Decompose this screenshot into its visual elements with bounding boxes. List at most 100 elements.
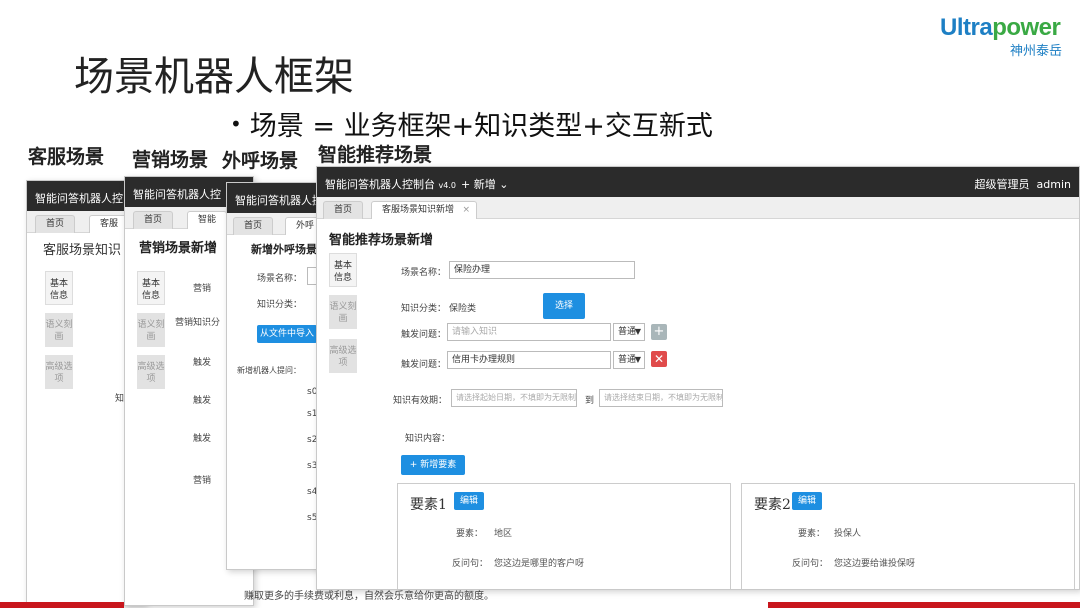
edit-button[interactable]: 编辑 — [792, 492, 822, 510]
element-question-label: 反问句： — [452, 559, 489, 569]
field-label: 触发 — [193, 358, 212, 368]
tab-home[interactable]: 首页 — [323, 201, 364, 219]
side-advanced[interactable]: 高级选项 — [329, 339, 357, 373]
bullet-text: 场景 = 业务框架+知识类型+交互新式 — [249, 111, 713, 142]
tab-label: 客服场景知识新增 — [382, 205, 455, 215]
bottom-note: 赚取更多的手续费或利息，自然会乐意给你更高的额度。 — [244, 591, 494, 602]
admin-role: 超级管理员 — [974, 178, 1030, 191]
element-key-value: 投保人 — [834, 529, 862, 539]
side-advanced[interactable]: 高级选项 — [137, 355, 165, 389]
side-basic-info[interactable]: 基本信息 — [45, 271, 73, 305]
trigger-label: 触发问题： — [401, 360, 447, 370]
bullet-dot-icon: • — [230, 112, 242, 136]
element-card-1: 要素1 编辑 要素： 地区 反问句： 您这边是哪里的客户呀 — [397, 483, 731, 589]
tab-home[interactable]: 首页 — [133, 211, 174, 229]
admin-user: admin — [1036, 178, 1071, 191]
start-date-input[interactable]: 请选择起始日期，不填即为无限制 — [451, 389, 577, 407]
tab-marketing[interactable]: 智能 — [187, 211, 228, 229]
new-menu[interactable]: + 新增 ⌄ — [461, 176, 508, 192]
app-title: 智能问答机器人控 — [133, 188, 221, 201]
element-key-value: 地区 — [494, 529, 513, 539]
snippet-label: 知 — [115, 394, 125, 404]
close-icon[interactable]: × — [462, 202, 470, 219]
element-key-label: 要素： — [798, 529, 826, 539]
side-semantic[interactable]: 语义刻画 — [329, 295, 357, 329]
element-question-label: 反问句： — [792, 559, 829, 569]
footer-bar-right — [768, 602, 1080, 608]
recommend-scene-window: 智能问答机器人控制台 v4.0 + 新增 ⌄ 超级管理员 admin 首页 客服… — [316, 166, 1080, 590]
tab-row: 首页 外呼 — [227, 213, 325, 235]
element-question-value: 您这边要给谁投保呀 — [834, 559, 916, 569]
tab-service-knowledge-new[interactable]: 客服场景知识新增 × — [371, 201, 478, 219]
trigger-question-input[interactable]: 请输入知识 — [447, 323, 611, 341]
scene-name-label: 场景名称： — [257, 274, 303, 284]
element-key-label: 要素： — [456, 529, 484, 539]
tab-home[interactable]: 首页 — [233, 217, 274, 235]
add-element-button[interactable]: + 新增要素 — [401, 455, 465, 475]
trigger-mode-select[interactable]: 普通 ▼ — [613, 323, 645, 341]
to-label: 到 — [585, 396, 595, 406]
field-label: 营销 — [193, 284, 212, 294]
side-basic-info[interactable]: 基本信息 — [137, 271, 165, 305]
add-icon[interactable]: + — [651, 324, 667, 340]
field-label: 营销 — [193, 476, 212, 486]
caret-down-icon: ▼ — [634, 327, 641, 336]
slide-title: 场景机器人框架 — [74, 54, 354, 100]
slide-bullet: • 场景 = 业务框架+知识类型+交互新式 — [230, 104, 713, 143]
app-title-text: 智能问答机器人控制台 — [325, 178, 435, 191]
trigger-question-input[interactable]: 信用卡办理规则 — [447, 351, 611, 369]
robot-question-label: 新增机器人提问： — [237, 366, 301, 375]
category-label: 知识分类： — [257, 300, 303, 310]
page-header: 营销场景新增 — [139, 241, 218, 256]
select-value: 普通 — [618, 327, 637, 337]
page-header: 客服场景知识 — [43, 243, 122, 258]
page-header: 新增外呼场景 — [251, 243, 317, 256]
app-title: 智能问答机器人控 — [35, 192, 123, 205]
side-advanced[interactable]: 高级选项 — [45, 355, 73, 389]
edit-button[interactable]: 编辑 — [454, 492, 484, 510]
trigger-mode-select[interactable]: 普通 ▼ — [613, 351, 645, 369]
field-label: 触发 — [193, 396, 212, 406]
app-version: v4.0 — [438, 181, 456, 190]
ultrapower-logo: Ultrapower 神州泰岳 — [940, 14, 1070, 59]
admin-menu[interactable]: 超级管理员 admin — [975, 176, 1071, 192]
delete-icon[interactable]: ✕ — [651, 351, 667, 367]
window-topbar: 智能问答机器人控 — [227, 183, 325, 213]
element-title: 要素1 — [410, 497, 447, 513]
logo-subtitle: 神州泰岳 — [1009, 44, 1062, 59]
side-semantic[interactable]: 语义刻画 — [45, 313, 73, 347]
window-topbar: 智能问答机器人控制台 v4.0 + 新增 ⌄ 超级管理员 admin — [317, 167, 1079, 197]
content-label: 知识内容： — [405, 434, 451, 444]
validity-label: 知识有效期： — [393, 396, 448, 406]
card-title-outbound: 外呼场景 — [222, 150, 299, 172]
import-file-button[interactable]: 从文件中导入 — [257, 325, 317, 343]
tab-row: 首页 客服场景知识新增 × — [317, 197, 1079, 219]
slide: Ultrapower 神州泰岳 场景机器人框架 • 场景 = 业务框架+知识类型+… — [0, 0, 1080, 608]
tab-home[interactable]: 首页 — [35, 215, 76, 233]
outbound-scene-window: 智能问答机器人控 首页 外呼 新增外呼场景 场景名称： 知识分类： 从文件中导入… — [226, 182, 326, 570]
logo-word-a: Ultra — [940, 14, 993, 41]
side-basic-info[interactable]: 基本信息 — [329, 253, 357, 287]
card-title-service: 客服场景 — [28, 146, 105, 168]
side-semantic[interactable]: 语义刻画 — [137, 313, 165, 347]
category-value: 保险类 — [449, 304, 477, 314]
element-title: 要素2 — [754, 497, 791, 513]
app-title: 智能问答机器人控 — [235, 194, 323, 207]
card-title-marketing: 营销场景 — [132, 149, 209, 171]
element-question-value: 您这边是哪里的客户呀 — [494, 559, 585, 569]
select-value: 普通 — [618, 355, 637, 365]
tab-service[interactable]: 客服 — [89, 215, 130, 233]
category-label: 知识分类： — [401, 304, 447, 314]
select-button[interactable]: 选择 — [543, 293, 585, 319]
logo-wordmark: Ultrapower — [940, 14, 1070, 42]
scene-name-field[interactable]: 保险办理 — [449, 261, 635, 279]
chevron-down-icon: ⌄ — [499, 178, 509, 191]
logo-word-b: power — [992, 14, 1061, 41]
field-label: 触发 — [193, 434, 212, 444]
end-date-input[interactable]: 请选择结束日期，不填即为无限制 — [599, 389, 723, 407]
element-card-2: 要素2 编辑 要素： 投保人 反问句： 您这边要给谁投保呀 — [741, 483, 1075, 589]
footer-bar-left — [0, 602, 124, 608]
scene-name-label: 场景名称： — [401, 268, 447, 278]
caret-down-icon: ▼ — [634, 355, 641, 364]
field-label: 营销知识分 — [175, 318, 221, 328]
